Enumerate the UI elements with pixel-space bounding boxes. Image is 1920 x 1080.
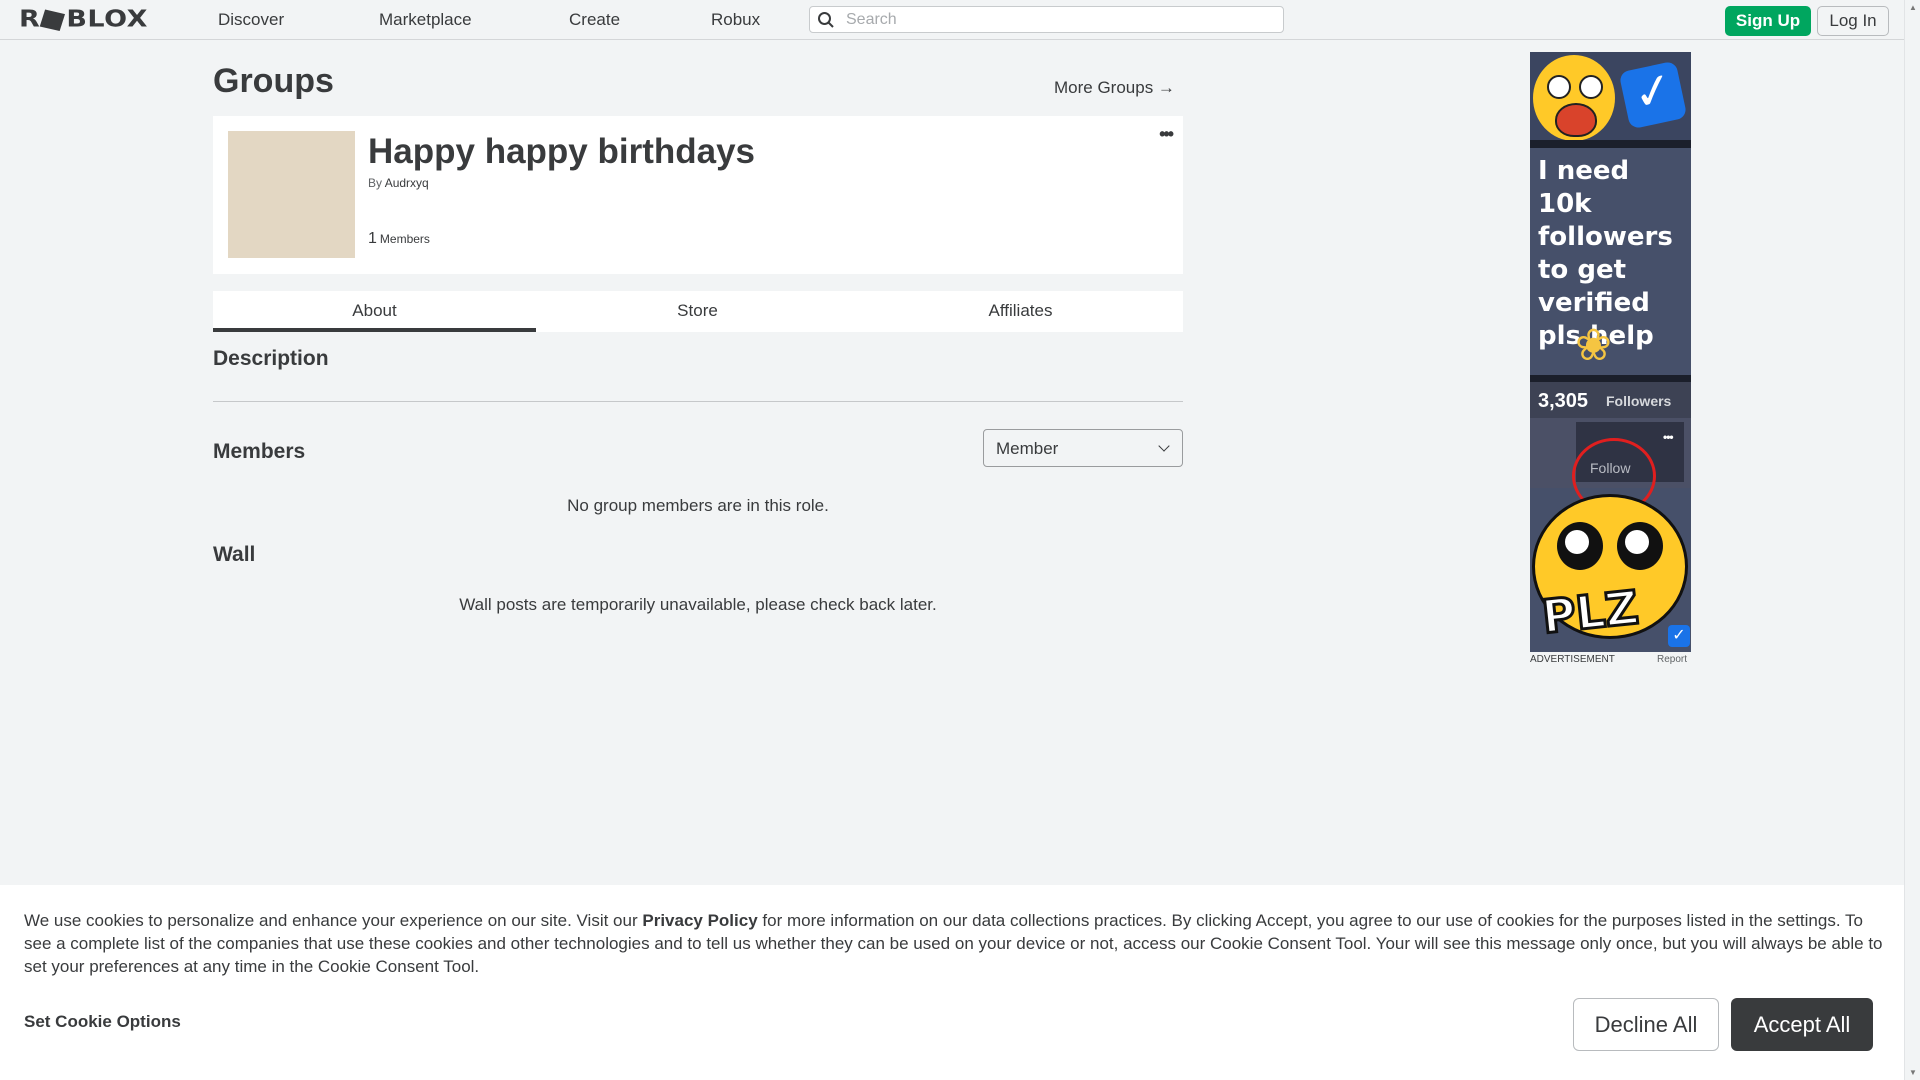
tab-store[interactable]: Store: [536, 291, 859, 332]
ad-divider-band: [1530, 140, 1691, 148]
group-thumbnail: [228, 131, 355, 258]
scroll-down-icon[interactable]: ▼: [1909, 1068, 1917, 1077]
ad-report-link[interactable]: Report: [1657, 654, 1687, 665]
ad-followers-bar: 3,305 Followers: [1530, 382, 1691, 418]
cookie-message: We use cookies to personalize and enhanc…: [24, 909, 1884, 978]
group-owner-line: By Audrxyq: [368, 176, 429, 190]
member-count: 1 Members: [368, 230, 430, 248]
ad-divider-band: [1530, 375, 1691, 382]
nav-link-marketplace[interactable]: Marketplace: [379, 10, 472, 30]
role-dropdown-value: Member: [996, 439, 1059, 458]
ad-plz-text: PLZ: [1538, 579, 1643, 646]
group-tabs: About Store Affiliates: [213, 291, 1183, 332]
search-input[interactable]: [844, 9, 1268, 31]
decline-all-button[interactable]: Decline All: [1573, 998, 1719, 1051]
ad-followers-label: Followers: [1606, 393, 1672, 409]
members-empty-message: No group members are in this role.: [567, 496, 829, 515]
ellipsis-icon[interactable]: •••: [1159, 124, 1174, 145]
section-divider: [213, 401, 1183, 402]
nav-link-robux[interactable]: Robux: [711, 10, 760, 30]
advertisement-banner[interactable]: ✓ I need 10k followers to get verified p…: [1530, 52, 1691, 652]
role-dropdown[interactable]: Member: [983, 429, 1183, 467]
page-scrollbar[interactable]: ▲ ▼: [1904, 0, 1920, 1080]
wall-heading: Wall: [213, 543, 256, 566]
log-in-button[interactable]: Log In: [1817, 6, 1889, 36]
search-box[interactable]: [809, 6, 1284, 33]
group-header-card: Happy happy birthdays By Audrxyq 1 Member…: [213, 116, 1183, 274]
top-navigation-bar: R■BLOX Discover Marketplace Create Robux…: [0, 0, 1904, 40]
description-heading: Description: [213, 347, 329, 370]
nav-link-discover[interactable]: Discover: [218, 10, 284, 30]
ad-followers-count: 3,305: [1538, 390, 1589, 412]
roblox-logo[interactable]: R■BLOX: [19, 4, 148, 35]
tab-affiliates[interactable]: Affiliates: [859, 291, 1182, 332]
sign-up-button[interactable]: Sign Up: [1725, 6, 1811, 36]
verified-check-icon: ✓: [1668, 625, 1690, 647]
wall-unavailable-message: Wall posts are temporarily unavailable, …: [459, 595, 937, 614]
group-owner-link[interactable]: Audrxyq: [385, 176, 429, 190]
advertisement-label: ADVERTISEMENT: [1530, 654, 1615, 665]
scroll-up-icon[interactable]: ▲: [1909, 3, 1917, 12]
search-icon: [818, 12, 834, 28]
group-name: Happy happy birthdays: [368, 132, 756, 171]
nav-link-create[interactable]: Create: [569, 10, 620, 30]
ad-ellipsis-icon: •••: [1663, 430, 1674, 444]
member-count-label: Members: [379, 232, 430, 246]
member-count-value: 1: [368, 230, 377, 247]
set-cookie-options-link[interactable]: Set Cookie Options: [24, 1012, 181, 1032]
cookie-consent-banner: We use cookies to personalize and enhanc…: [0, 885, 1904, 1080]
cookie-text-before: We use cookies to personalize and enhanc…: [24, 911, 643, 930]
by-label: By: [368, 176, 383, 190]
ad-follow-panel: ••• Follow: [1530, 418, 1691, 514]
page-title: Groups: [213, 62, 334, 100]
verified-check-icon: ✓: [1618, 60, 1688, 130]
praying-hands-icon: ❀: [1575, 321, 1612, 370]
tab-about[interactable]: About: [213, 291, 536, 332]
accept-all-button[interactable]: Accept All: [1731, 998, 1873, 1051]
ad-headline: I need 10k followers to get verified pls…: [1538, 156, 1673, 351]
privacy-policy-link[interactable]: Privacy Policy: [642, 911, 757, 930]
crying-emoji-icon: [1533, 55, 1615, 141]
members-heading: Members: [213, 440, 306, 463]
chevron-down-icon: [1158, 440, 1170, 452]
more-groups-link[interactable]: More Groups →: [1054, 78, 1175, 98]
ad-top-panel: ✓: [1530, 52, 1691, 145]
